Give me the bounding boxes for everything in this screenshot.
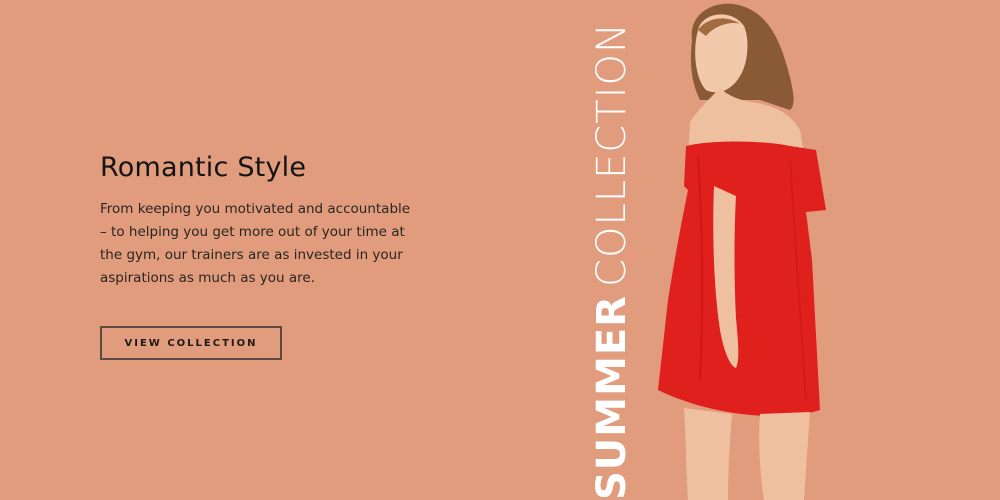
model-photo	[658, 3, 826, 500]
vertical-title-light: COLLECTION	[589, 22, 635, 287]
hero-text-block: Romantic Style From keeping you motivate…	[100, 152, 420, 290]
hero-title: Romantic Style	[100, 152, 307, 183]
view-collection-button[interactable]: VIEW COLLECTION	[100, 326, 282, 360]
hero-description: From keeping you motivated and accountab…	[100, 201, 411, 287]
model-legs	[684, 408, 732, 500]
vertical-title-strong: SUMMER	[589, 294, 635, 500]
hero-slide: Romantic Style From keeping you motivate…	[0, 0, 1000, 500]
model-dress	[658, 141, 826, 416]
vertical-collection-title: SUMMER COLLECTION	[589, 22, 635, 500]
